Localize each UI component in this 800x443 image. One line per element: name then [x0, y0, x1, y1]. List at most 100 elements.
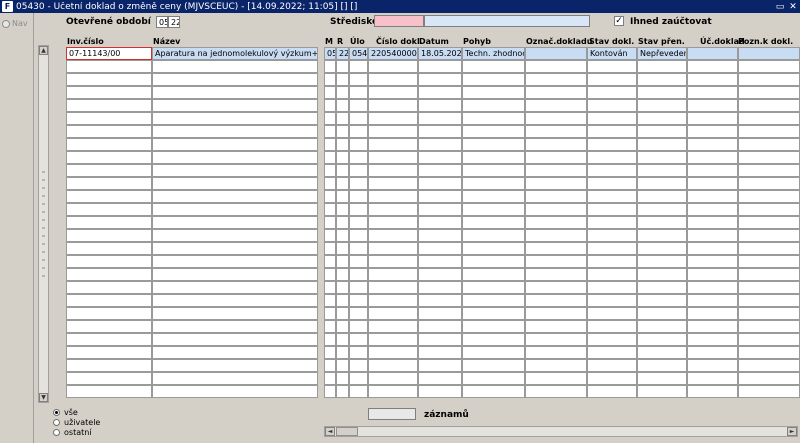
cell-r[interactable] [336, 268, 349, 281]
cell-datum[interactable] [418, 60, 462, 73]
cell-ulo[interactable] [349, 333, 368, 346]
cell-nazev[interactable] [152, 320, 318, 333]
cell-nazev[interactable] [152, 385, 318, 398]
cell-pohyb[interactable] [462, 229, 525, 242]
cell-cislo[interactable] [368, 138, 418, 151]
filter-user[interactable]: uživatele [53, 418, 100, 427]
cell-nazev[interactable] [152, 190, 318, 203]
cell-inv[interactable] [66, 138, 152, 151]
cell-m[interactable] [324, 86, 336, 99]
cell-ozn[interactable] [525, 125, 587, 138]
cell-datum[interactable] [418, 255, 462, 268]
cell-m[interactable] [324, 307, 336, 320]
cell-inv[interactable] [66, 346, 152, 359]
cell-nazev[interactable]: Aparatura na jednomolekulový výzkum+říze… [152, 47, 318, 60]
cell-uc[interactable] [687, 216, 738, 229]
cell-pohyb[interactable] [462, 99, 525, 112]
cell-pohyb[interactable] [462, 333, 525, 346]
cell-ozn[interactable] [525, 73, 587, 86]
cell-nazev[interactable] [152, 268, 318, 281]
cell-cislo[interactable] [368, 333, 418, 346]
cell-stav[interactable] [587, 203, 637, 216]
cell-pohyb[interactable] [462, 60, 525, 73]
cell-inv[interactable] [66, 359, 152, 372]
cell-ulo[interactable] [349, 268, 368, 281]
cell-m[interactable] [324, 190, 336, 203]
cell-pozn[interactable] [738, 177, 800, 190]
cell-uc[interactable] [687, 320, 738, 333]
cell-pozn[interactable] [738, 60, 800, 73]
cell-ozn[interactable] [525, 307, 587, 320]
cell-stavp[interactable] [637, 138, 687, 151]
cell-pozn[interactable] [738, 333, 800, 346]
cell-datum[interactable] [418, 203, 462, 216]
cell-ozn[interactable] [525, 385, 587, 398]
cell-cislo[interactable] [368, 385, 418, 398]
cell-uc[interactable] [687, 255, 738, 268]
cell-pozn[interactable] [738, 125, 800, 138]
cell-r[interactable] [336, 281, 349, 294]
cell-ulo[interactable] [349, 294, 368, 307]
cell-ulo[interactable] [349, 307, 368, 320]
scroll-up-icon[interactable]: ▲ [39, 46, 48, 55]
cell-pozn[interactable] [738, 164, 800, 177]
cell-pozn[interactable] [738, 242, 800, 255]
cell-m[interactable] [324, 112, 336, 125]
cell-stav[interactable] [587, 151, 637, 164]
filter-other[interactable]: ostatní [53, 428, 92, 437]
cell-pozn[interactable] [738, 268, 800, 281]
cell-m[interactable] [324, 294, 336, 307]
cell-stav[interactable] [587, 268, 637, 281]
cell-pozn[interactable] [738, 294, 800, 307]
cell-ozn[interactable] [525, 177, 587, 190]
cell-pozn[interactable] [738, 203, 800, 216]
cell-datum[interactable] [418, 190, 462, 203]
cell-ozn[interactable] [525, 294, 587, 307]
cell-stavp[interactable] [637, 359, 687, 372]
cell-nazev[interactable] [152, 359, 318, 372]
cell-ulo[interactable] [349, 125, 368, 138]
cell-ulo[interactable] [349, 242, 368, 255]
cell-stav[interactable] [587, 346, 637, 359]
vertical-scrollbar[interactable]: ▲ ▼ [38, 45, 49, 403]
cell-pozn[interactable] [738, 86, 800, 99]
cell-pohyb[interactable] [462, 242, 525, 255]
cell-stavp[interactable] [637, 190, 687, 203]
cell-inv[interactable] [66, 216, 152, 229]
cell-stav[interactable] [587, 73, 637, 86]
cell-pozn[interactable] [738, 138, 800, 151]
cell-nazev[interactable] [152, 99, 318, 112]
cell-stav[interactable] [587, 99, 637, 112]
cell-m[interactable] [324, 203, 336, 216]
cell-nazev[interactable] [152, 112, 318, 125]
cell-r[interactable] [336, 190, 349, 203]
cell-stav[interactable] [587, 359, 637, 372]
cell-stav[interactable] [587, 372, 637, 385]
scroll-right-icon[interactable]: ► [787, 427, 797, 436]
cell-r[interactable] [336, 359, 349, 372]
cell-inv[interactable] [66, 86, 152, 99]
cell-inv[interactable] [66, 190, 152, 203]
cell-inv[interactable]: 07-11143/00 [66, 47, 152, 60]
radio-other[interactable] [53, 429, 60, 436]
filter-all[interactable]: vše [53, 408, 78, 417]
cell-inv[interactable] [66, 294, 152, 307]
cell-ozn[interactable] [525, 47, 587, 60]
cell-ozn[interactable] [525, 229, 587, 242]
cell-nazev[interactable] [152, 164, 318, 177]
nav-button[interactable]: Nav [2, 19, 28, 28]
cell-pozn[interactable] [738, 151, 800, 164]
restore-icon[interactable]: ▭ [774, 1, 786, 12]
cell-stavp[interactable] [637, 255, 687, 268]
cell-pozn[interactable] [738, 255, 800, 268]
cell-datum[interactable] [418, 151, 462, 164]
cell-pohyb[interactable] [462, 164, 525, 177]
cell-cislo[interactable] [368, 346, 418, 359]
cell-stavp[interactable] [637, 125, 687, 138]
cell-ulo[interactable] [349, 203, 368, 216]
cell-nazev[interactable] [152, 125, 318, 138]
cell-ozn[interactable] [525, 112, 587, 125]
cell-uc[interactable] [687, 73, 738, 86]
cell-datum[interactable] [418, 216, 462, 229]
cell-m[interactable] [324, 333, 336, 346]
